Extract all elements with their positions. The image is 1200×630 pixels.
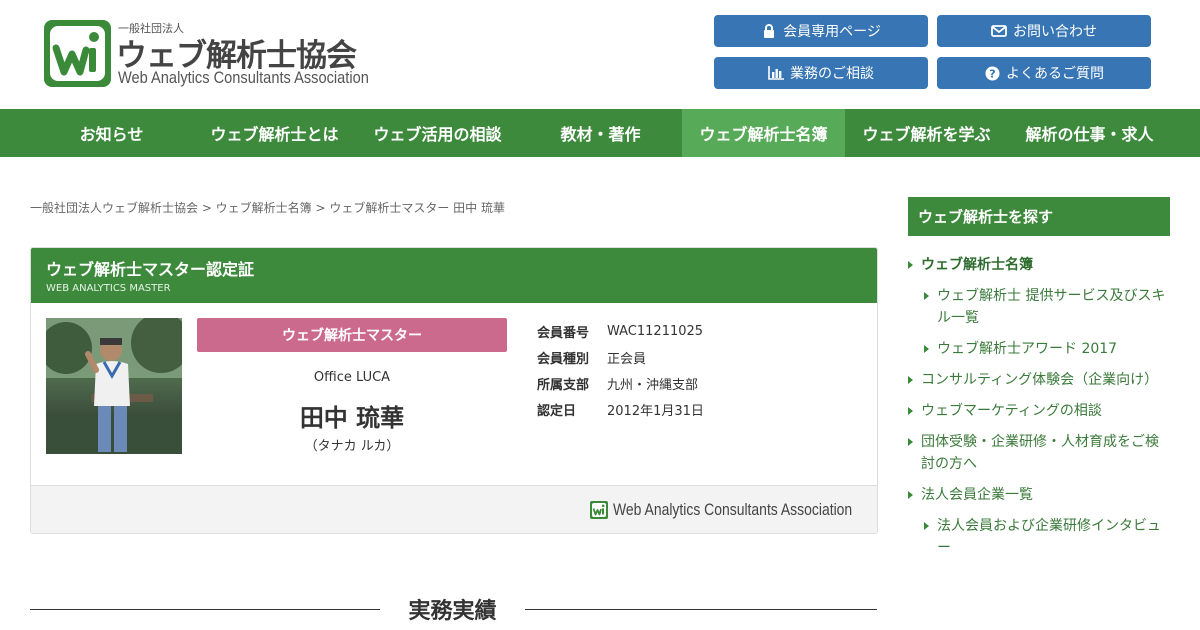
sidebar-item-interviews[interactable]: 法人会員および企業研修インタビュー bbox=[924, 515, 1170, 559]
nav-item-jobs[interactable]: 解析の仕事・求人 bbox=[1008, 109, 1171, 157]
sidebar-item-directory[interactable]: ウェブ解析士名簿 bbox=[908, 254, 1170, 276]
breadcrumb[interactable]: 一般社団法人ウェブ解析士協会 > ウェブ解析士名簿 > ウェブ解析士マスター 田… bbox=[30, 199, 505, 216]
section-divider-right bbox=[525, 609, 877, 610]
sidebar-list: ウェブ解析士名簿 ウェブ解析士 提供サービス及びスキル一覧 ウェブ解析士アワード… bbox=[908, 254, 1170, 568]
info-value: 正会員 bbox=[607, 351, 647, 367]
info-label: 所属支部 bbox=[537, 377, 590, 393]
profile-photo bbox=[46, 318, 182, 454]
nav-item-news[interactable]: お知らせ bbox=[30, 109, 193, 157]
lock-icon bbox=[761, 23, 777, 39]
faq-label: よくあるご質問 bbox=[1006, 66, 1104, 82]
info-row-member-type: 会員種別 正会員 bbox=[537, 344, 704, 370]
sidebar-item-award[interactable]: ウェブ解析士アワード 2017 bbox=[924, 338, 1170, 360]
section-divider-left bbox=[30, 609, 380, 610]
nav-item-materials[interactable]: 教材・著作 bbox=[519, 109, 682, 157]
info-row-member-number: 会員番号 WAC11211025 bbox=[537, 318, 704, 344]
svg-text:?: ? bbox=[989, 67, 995, 80]
sidebar-item-marketing-consult[interactable]: ウェブマーケティングの相談 bbox=[908, 400, 1170, 422]
person-kana: （タナカ ルカ） bbox=[304, 439, 400, 454]
info-value: WAC11211025 bbox=[607, 323, 704, 339]
info-value: 2012年1月31日 bbox=[607, 403, 704, 419]
info-label: 認定日 bbox=[537, 403, 577, 419]
logo-english-text: Web Analytics Consultants Association bbox=[118, 68, 369, 87]
member-info: 会員番号 WAC11211025 会員種別 正会員 所属支部 九州・沖縄支部 認… bbox=[537, 318, 704, 422]
envelope-icon bbox=[991, 23, 1007, 39]
business-consult-label: 業務のご相談 bbox=[790, 66, 874, 82]
sidebar-item-consulting-trial[interactable]: コンサルティング体験会（企業向け） bbox=[908, 369, 1170, 391]
sidebar-title: ウェブ解析士を探す bbox=[908, 197, 1170, 236]
site-logo[interactable]: 一般社団法人 ウェブ解析士協会 Web Analytics Consultant… bbox=[44, 18, 374, 90]
business-consult-button[interactable]: 業務のご相談 bbox=[714, 57, 928, 89]
rank-badge: ウェブ解析士マスター bbox=[197, 318, 507, 352]
nav-item-learn[interactable]: ウェブ解析を学ぶ bbox=[845, 109, 1008, 157]
card-subtitle: WEB ANALYTICS MASTER bbox=[46, 283, 171, 294]
footer-logo: Web Analytics Consultants Association bbox=[590, 500, 865, 520]
contact-label: お問い合わせ bbox=[1013, 24, 1097, 40]
company-name: Office LUCA bbox=[313, 370, 391, 385]
certificate-card: ウェブ解析士マスター認定証 WEB ANALYTICS MASTER ウェブ解析… bbox=[30, 247, 878, 534]
question-circle-icon: ? bbox=[984, 65, 1000, 81]
contact-button[interactable]: お問い合わせ bbox=[937, 15, 1151, 47]
footer-logo-text: Web Analytics Consultants Association bbox=[613, 500, 853, 519]
person-name: 田中 琉華 bbox=[299, 404, 405, 432]
logo-mark-icon bbox=[590, 501, 609, 519]
sidebar-item-corporate-members[interactable]: 法人会員企業一覧 bbox=[908, 484, 1170, 506]
logo-mark-icon bbox=[44, 20, 111, 87]
nav-item-about[interactable]: ウェブ解析士とは bbox=[193, 109, 356, 157]
info-row-certified-date: 認定日 2012年1月31日 bbox=[537, 396, 704, 422]
info-row-branch: 所属支部 九州・沖縄支部 bbox=[537, 370, 704, 396]
section-title: 実務実績 bbox=[408, 599, 497, 624]
site-header: 一般社団法人 ウェブ解析士協会 Web Analytics Consultant… bbox=[0, 0, 1200, 109]
bar-chart-icon bbox=[768, 65, 784, 81]
main-nav: お知らせ ウェブ解析士とは ウェブ活用の相談 教材・著作 ウェブ解析士名簿 ウェ… bbox=[0, 109, 1200, 157]
nav-item-consult[interactable]: ウェブ活用の相談 bbox=[356, 109, 519, 157]
info-label: 会員種別 bbox=[537, 351, 590, 367]
card-footer: Web Analytics Consultants Association bbox=[31, 485, 877, 533]
info-label: 会員番号 bbox=[537, 325, 590, 341]
info-value: 九州・沖縄支部 bbox=[607, 377, 699, 393]
sidebar-item-group-training[interactable]: 団体受験・企業研修・人材育成をご検討の方へ bbox=[908, 431, 1170, 475]
members-page-button[interactable]: 会員専用ページ bbox=[714, 15, 928, 47]
sidebar-item-skills[interactable]: ウェブ解析士 提供サービス及びスキル一覧 bbox=[924, 285, 1170, 329]
card-header: ウェブ解析士マスター認定証 WEB ANALYTICS MASTER bbox=[31, 248, 877, 303]
faq-button[interactable]: ? よくあるご質問 bbox=[937, 57, 1151, 89]
card-title: ウェブ解析士マスター認定証 bbox=[46, 260, 255, 279]
members-page-label: 会員専用ページ bbox=[783, 24, 881, 40]
nav-item-directory[interactable]: ウェブ解析士名簿 bbox=[682, 109, 845, 157]
